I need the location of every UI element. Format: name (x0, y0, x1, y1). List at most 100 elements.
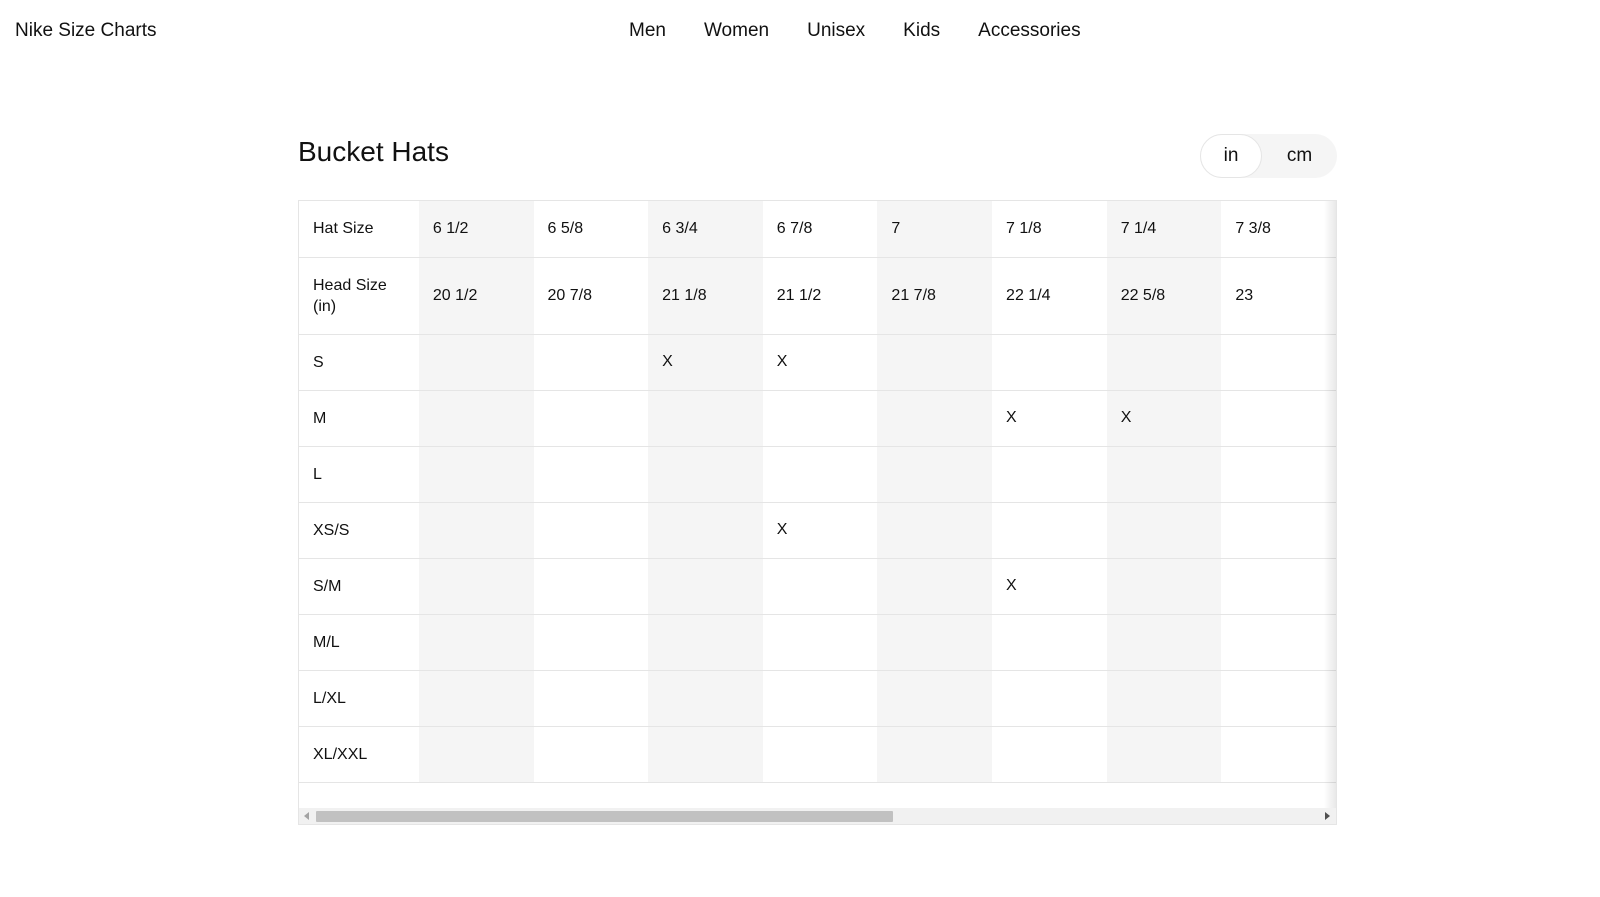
table-cell (648, 614, 763, 671)
table-row: Head Size (in) 20 1/2 20 7/8 21 1/8 21 1/2 21… (299, 257, 1336, 335)
nav-item-women[interactable]: Women (704, 20, 769, 42)
scroll-left-arrow-icon[interactable] (304, 812, 309, 820)
title-row: Bucket Hats in cm (298, 130, 1337, 200)
table-cell: 21 1/8 (648, 257, 763, 335)
row-header: XL/XXL (299, 726, 419, 783)
table-cell (877, 670, 993, 727)
table-cell (648, 558, 763, 615)
table-cell (1221, 502, 1336, 559)
table-cell: X (992, 558, 1107, 615)
row-header: M (299, 390, 419, 447)
table-cell (877, 558, 993, 615)
table-cell (1221, 558, 1336, 615)
nav-item-kids[interactable]: Kids (903, 20, 940, 42)
table-cell (1221, 670, 1336, 727)
table-cell: 21 1/2 (762, 257, 878, 335)
table-cell (418, 334, 534, 391)
table-cell (533, 502, 649, 559)
table-cell (1221, 334, 1336, 391)
table-cell: 7 (877, 201, 993, 258)
table-cell: 20 7/8 (533, 257, 649, 335)
table-cell: 6 5/8 (533, 201, 649, 258)
table-cell (648, 670, 763, 727)
table-cell: X (762, 334, 878, 391)
nav-item-accessories[interactable]: Accessories (978, 20, 1080, 42)
unit-option-cm[interactable]: cm (1262, 134, 1337, 178)
table-cell (762, 670, 878, 727)
table-cell: 6 7/8 (762, 201, 878, 258)
row-header: XS/S (299, 502, 419, 559)
table-cell (1221, 614, 1336, 671)
table-cell (992, 334, 1107, 391)
size-table: Hat Size 6 1/2 6 5/8 6 3/4 6 7/8 7 7 1/8 7 1/4 7… (299, 201, 1336, 783)
row-header: Head Size (in) (299, 257, 419, 335)
main-nav: Men Women Unisex Kids Accessories (629, 20, 1081, 42)
table-cell: 21 7/8 (877, 257, 993, 335)
table-cell: X (1106, 390, 1222, 447)
unit-toggle: in cm (1200, 134, 1337, 178)
table-cell (648, 446, 763, 503)
table-cell: 7 1/4 (1106, 201, 1222, 258)
table-cell (762, 390, 878, 447)
row-header: L/XL (299, 670, 419, 727)
page-title: Bucket Hats (298, 136, 449, 167)
scroll-right-arrow-icon[interactable] (1325, 812, 1330, 820)
table-cell (648, 726, 763, 783)
table-cell: 23 (1221, 257, 1336, 335)
table-cell (877, 446, 993, 503)
table-cell (762, 558, 878, 615)
table-cell (762, 614, 878, 671)
table-cell (648, 390, 763, 447)
table-cell (992, 446, 1107, 503)
table-cell (992, 614, 1107, 671)
table-cell: X (762, 502, 878, 559)
table-cell (1106, 446, 1222, 503)
table-cell (762, 726, 878, 783)
table-cell (533, 390, 649, 447)
table-cell (418, 670, 534, 727)
table-cell: 7 1/8 (992, 201, 1107, 258)
table-cell (533, 670, 649, 727)
size-chart-section: Bucket Hats in cm Hat Size 6 1/2 6 5/8 6 3/… (298, 130, 1337, 825)
table-cell (533, 614, 649, 671)
table-cell: X (992, 390, 1107, 447)
table-row: L/XL (299, 670, 1336, 727)
row-header: L (299, 446, 419, 503)
table-cell (877, 390, 993, 447)
table-cell (418, 502, 534, 559)
table-cell (992, 726, 1107, 783)
table-cell (992, 502, 1107, 559)
table-cell: 22 5/8 (1106, 257, 1222, 335)
table-cell (877, 614, 993, 671)
table-cell (762, 446, 878, 503)
horizontal-scrollbar[interactable] (298, 808, 1337, 825)
table-row: XS/S X (299, 502, 1336, 559)
table-cell (418, 446, 534, 503)
table-cell (418, 614, 534, 671)
table-cell (1106, 334, 1222, 391)
scrollbar-thumb[interactable] (316, 811, 893, 822)
table-cell (1221, 446, 1336, 503)
table-cell (648, 502, 763, 559)
table-cell (1221, 390, 1336, 447)
table-cell: 7 3/8 (1221, 201, 1336, 258)
unit-option-in[interactable]: in (1200, 134, 1262, 178)
table-cell (1221, 726, 1336, 783)
table-cell (992, 670, 1107, 727)
table-cell (418, 390, 534, 447)
table-cell (877, 502, 993, 559)
table-row: S XX (299, 334, 1336, 391)
table-row: Hat Size 6 1/2 6 5/8 6 3/4 6 7/8 7 7 1/8 7 1/4 7… (299, 201, 1336, 258)
table-cell (418, 726, 534, 783)
table-cell (533, 334, 649, 391)
nav-item-men[interactable]: Men (629, 20, 666, 42)
size-table-scroll-area[interactable]: Hat Size 6 1/2 6 5/8 6 3/4 6 7/8 7 7 1/8 7 1/4 7… (298, 200, 1337, 808)
table-cell (533, 446, 649, 503)
brand-link[interactable]: Nike Size Charts (15, 20, 157, 42)
table-cell (1106, 502, 1222, 559)
table-row: S/M X (299, 558, 1336, 615)
table-cell (533, 726, 649, 783)
table-cell: X (648, 334, 763, 391)
nav-item-unisex[interactable]: Unisex (807, 20, 865, 42)
table-row: M/L (299, 614, 1336, 671)
